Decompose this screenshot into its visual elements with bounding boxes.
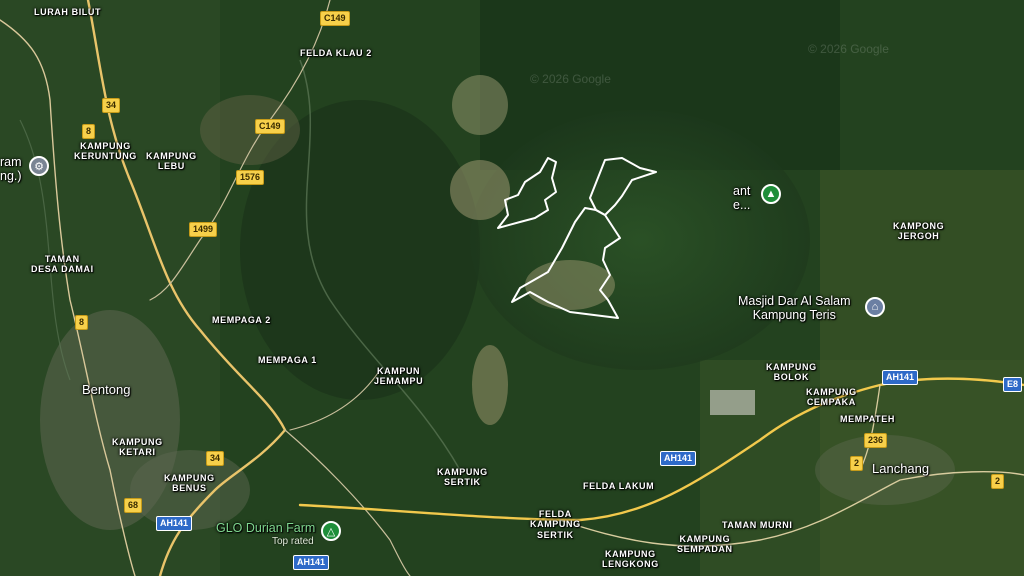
road-shield: 1499 xyxy=(189,222,218,237)
watermark: © 2026 Google xyxy=(530,72,611,86)
place-label: KAMPUNG SERTIK xyxy=(437,467,488,488)
road-shield: AH141 xyxy=(293,555,330,570)
road-shield: AH141 xyxy=(156,516,193,531)
place-label: KAMPUNG LENGKONG xyxy=(602,549,659,570)
masjid-label[interactable]: Masjid Dar Al Salam Kampung Teris xyxy=(738,294,851,323)
road-shield: C149 xyxy=(320,11,350,26)
place-label: MEMPAGA 1 xyxy=(258,355,317,365)
road-shield: AH141 xyxy=(660,451,697,466)
place-label: LURAH BILUT xyxy=(34,7,102,17)
place-label: KAMPONG JERGOH xyxy=(893,221,945,242)
place-label: TAMAN MURNI xyxy=(722,520,793,530)
place-label: KAMPUNG BOLOK xyxy=(766,362,817,383)
place-label: FELDA LAKUM xyxy=(583,481,655,491)
mosque-icon[interactable]: ⌂ xyxy=(865,297,885,317)
place-label: KAMPUNG LEBU xyxy=(146,151,197,172)
road-shield: 2 xyxy=(991,474,1005,489)
gear-icon[interactable]: ⚙ xyxy=(29,156,49,176)
place-label: MEMPAGA 2 xyxy=(212,315,271,325)
road-shield: 34 xyxy=(206,451,225,466)
place-label: TAMAN DESA DAMAI xyxy=(31,254,94,275)
place-label: KAMPUNG KERUNTUNG xyxy=(74,141,137,162)
town-label: Lanchang xyxy=(872,461,930,476)
road-shield: 8 xyxy=(75,315,89,330)
place-label: FELDA KLAU 2 xyxy=(300,48,372,58)
glo-durian-label[interactable]: GLO Durian Farm xyxy=(216,521,315,535)
place-label: MEMPATEH xyxy=(840,414,895,424)
poi-label: ram ng.) xyxy=(0,155,22,184)
road-shield: 34 xyxy=(102,98,121,113)
rating-label: Top rated xyxy=(272,536,314,547)
road-shield: AH141 xyxy=(882,370,919,385)
tree-icon[interactable]: ▲ xyxy=(761,184,781,204)
place-label: KAMPUNG BENUS xyxy=(164,473,215,494)
satellite-imagery xyxy=(0,0,1024,576)
tent-icon[interactable]: △ xyxy=(321,521,341,541)
watermark: © 2026 Google xyxy=(808,42,889,56)
road-shield: E8 xyxy=(1003,377,1023,392)
map-canvas[interactable]: © 2026 Google © 2026 Google LURAH BILUT … xyxy=(0,0,1024,576)
road-shield: 1576 xyxy=(236,170,265,185)
road-shield: C149 xyxy=(255,119,285,134)
poi-label[interactable]: ant e... xyxy=(733,184,750,213)
place-label: KAMPUNG SEMPADAN xyxy=(677,534,733,555)
road-shield: 8 xyxy=(82,124,96,139)
road-shield: 2 xyxy=(850,456,864,471)
place-label: KAMPUNG CEMPAKA xyxy=(806,387,857,408)
place-label: KAMPUN JEMAMPU xyxy=(374,366,424,387)
place-label: FELDA KAMPUNG SERTIK xyxy=(530,509,581,540)
road-shield: 236 xyxy=(864,433,888,448)
road-shield: 68 xyxy=(124,498,143,513)
town-label: Bentong xyxy=(82,382,131,397)
place-label: KAMPUNG KETARI xyxy=(112,437,163,458)
